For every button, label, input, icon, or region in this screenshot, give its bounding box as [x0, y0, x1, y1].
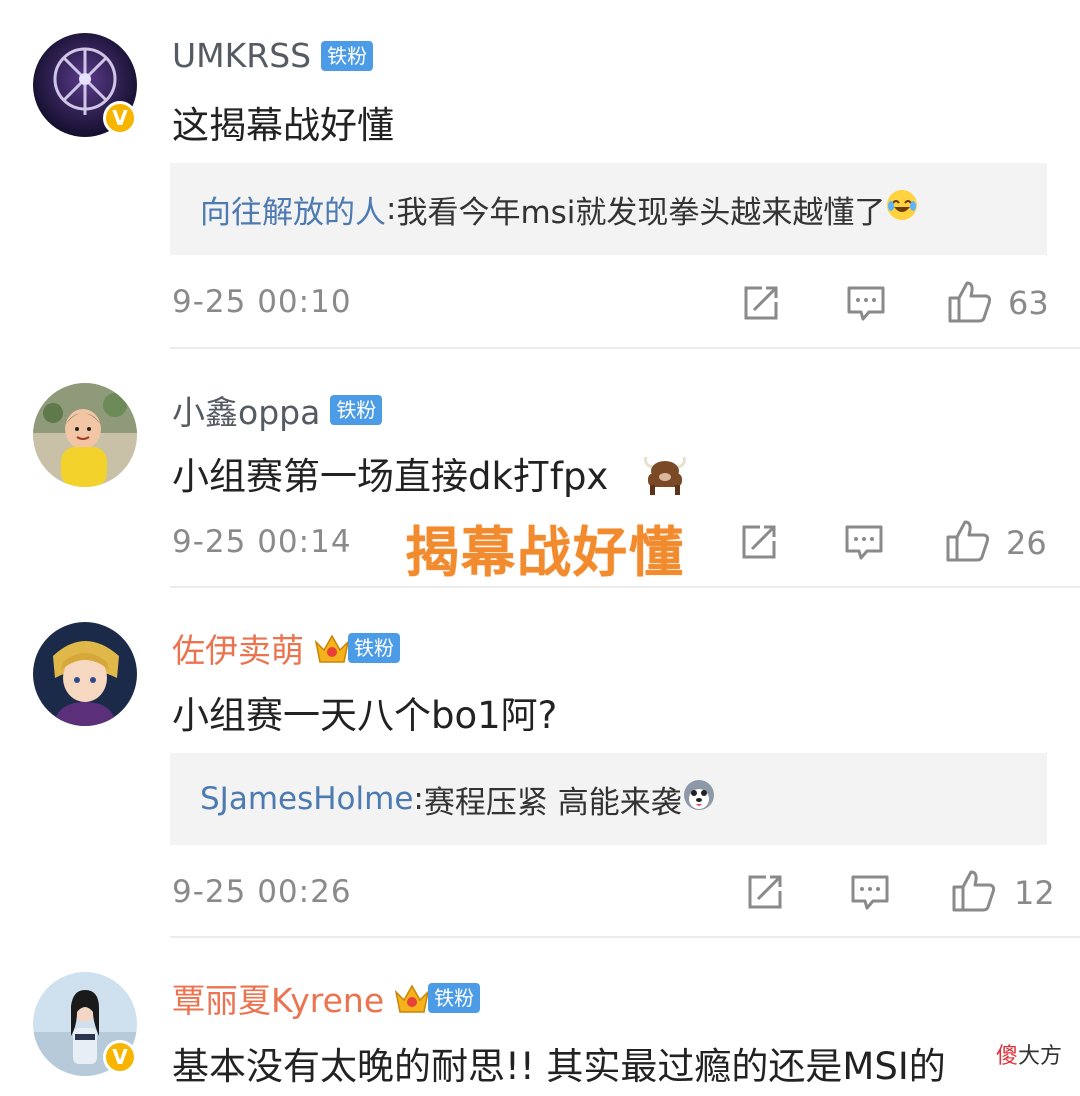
username-link[interactable]: 小鑫oppa 铁粉: [172, 386, 383, 434]
reply-separator: :: [413, 781, 424, 817]
divider: [170, 936, 1080, 938]
comment-icon[interactable]: [849, 871, 891, 913]
share-icon[interactable]: [738, 521, 780, 563]
verified-badge-icon: V: [103, 101, 137, 135]
reply-preview[interactable]: 向往解放的人 : 我看今年msi就发现拳头越来越懂了: [170, 163, 1047, 255]
watermark-logo-char: 傻: [995, 1044, 1018, 1069]
watermark: 傻大方: [996, 1038, 1062, 1070]
fan-badge: 铁粉: [348, 633, 400, 663]
avatar[interactable]: [33, 622, 137, 726]
like-icon[interactable]: [947, 280, 993, 324]
overlay-caption: 揭幕战好懂: [405, 521, 685, 584]
username[interactable]: 小鑫oppa: [172, 386, 320, 434]
reply-author[interactable]: 向往解放的人: [200, 187, 386, 232]
username[interactable]: UMKRSS: [172, 36, 311, 75]
comment-content: 小组赛第一场直接dk打fpx: [172, 446, 690, 506]
crown-badge-icon: [312, 630, 352, 666]
like-icon[interactable]: [951, 869, 997, 913]
reply-text: 赛程压紧 高能来袭: [423, 784, 682, 821]
username-link[interactable]: UMKRSS 铁粉: [172, 36, 374, 75]
username[interactable]: 覃丽夏Kyrene: [172, 974, 384, 1022]
ox-emoji-icon: [640, 451, 690, 506]
crown-badge-icon: [392, 980, 432, 1016]
comment-icon[interactable]: [845, 282, 887, 324]
reply-author[interactable]: SJamesHolme: [200, 781, 413, 817]
username-link[interactable]: 覃丽夏Kyrene 铁粉: [172, 974, 481, 1022]
verified-badge-icon: V: [103, 1040, 137, 1074]
fan-badge: 铁粉: [321, 40, 374, 71]
username-link[interactable]: 佐伊卖萌 铁粉: [172, 624, 400, 672]
comment-text: 小组赛一天八个bo1阿?: [172, 694, 558, 737]
husky-face-emoji-icon: [682, 778, 716, 820]
timestamp: 9-25 00:10: [172, 284, 352, 320]
share-icon[interactable]: [740, 282, 782, 324]
laughing-tears-emoji-icon: [885, 188, 919, 230]
comment-icon[interactable]: [843, 521, 885, 563]
comment-text: 基本没有太晚的耐思!! 其实最过瘾的还是MSI的: [172, 1045, 946, 1088]
comment-text: 小组赛第一场直接dk打fpx: [172, 455, 609, 498]
reply-preview[interactable]: SJamesHolme : 赛程压紧 高能来袭: [170, 753, 1047, 845]
divider: [170, 347, 1080, 349]
share-icon[interactable]: [744, 871, 786, 913]
like-count: 63: [1008, 284, 1049, 322]
watermark-text: 大方: [1017, 1044, 1062, 1069]
reply-separator: :: [386, 191, 397, 227]
fan-badge: 铁粉: [428, 983, 481, 1013]
timestamp: 9-25 00:26: [172, 874, 352, 910]
avatar[interactable]: [33, 383, 137, 487]
like-count: 12: [1014, 874, 1055, 912]
reply-text: 我看今年msi就发现拳头越来越懂了: [396, 194, 886, 231]
timestamp: 9-25 00:14: [172, 524, 352, 560]
comment-text: 这揭幕战好懂: [172, 104, 394, 147]
fan-badge: 铁粉: [330, 395, 383, 425]
like-icon[interactable]: [945, 519, 991, 563]
username[interactable]: 佐伊卖萌: [172, 624, 304, 672]
like-count: 26: [1006, 524, 1047, 562]
